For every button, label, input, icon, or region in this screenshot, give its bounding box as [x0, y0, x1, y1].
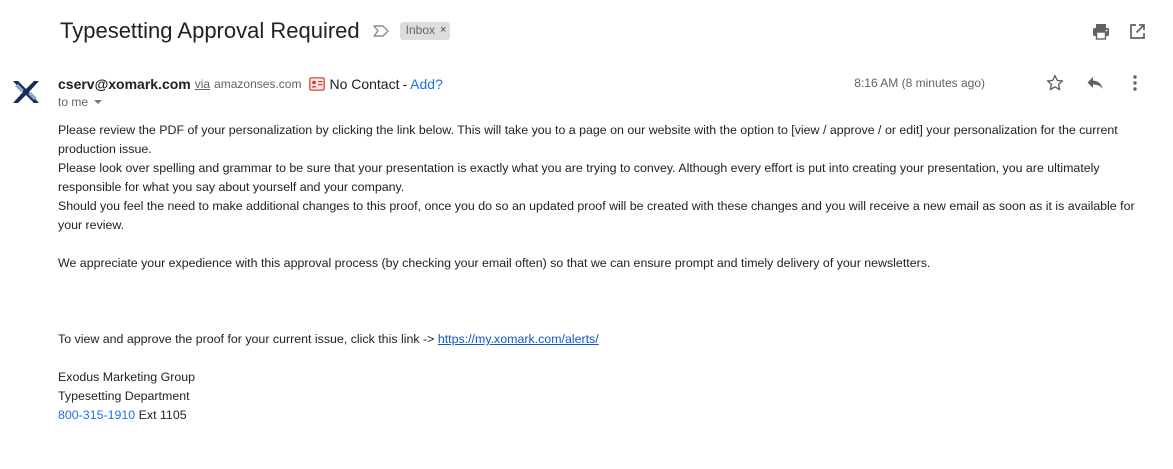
more-options-icon[interactable] — [1125, 73, 1145, 93]
printer-icon[interactable] — [1091, 21, 1111, 41]
open-in-new-window-icon[interactable] — [1127, 21, 1147, 41]
recipient-row: to me — [58, 95, 103, 109]
body-link-line: To view and approve the proof for your c… — [58, 330, 1138, 349]
body-paragraph-review: Please review the PDF of your personaliz… — [58, 123, 1118, 156]
via-domain: amazonses.com — [214, 77, 302, 91]
message-meta: 8:16 AM (8 minutes ago) — [854, 72, 1145, 94]
show-details-chevron-down-icon[interactable] — [94, 100, 103, 104]
body-paragraph-spelling: Please look over spelling and grammar to… — [58, 161, 1100, 194]
signature-phone-line: 800-315-1910 Ext 1105 — [58, 406, 1138, 425]
email-subject: Typesetting Approval Required — [60, 18, 360, 43]
inbox-label-chip: Inbox × — [399, 22, 451, 40]
top-actions — [1091, 21, 1147, 41]
via-label[interactable]: via — [195, 77, 210, 91]
timestamp: 8:16 AM (8 minutes ago) — [854, 76, 985, 90]
proof-alerts-link[interactable]: https://my.xomark.com/alerts/ — [438, 332, 599, 346]
label-name: Inbox — [405, 23, 435, 37]
add-contact-link[interactable]: Add? — [410, 76, 443, 92]
sender-email[interactable]: cserv@xomark.com — [58, 76, 191, 92]
contact-status: No Contact — [329, 76, 400, 92]
signature-department: Typesetting Department — [58, 389, 190, 403]
reply-icon[interactable] — [1085, 73, 1105, 93]
email-view: Typesetting Approval Required Inbox × cs… — [0, 0, 1173, 469]
email-body: Please review the PDF of your personaliz… — [58, 121, 1138, 425]
phone-extension: Ext 1105 — [135, 408, 187, 422]
importance-marker-icon[interactable] — [372, 22, 390, 40]
separator-dash: - — [402, 76, 408, 92]
signature-company: Exodus Marketing Group — [58, 370, 196, 384]
recipient-text: to me — [58, 95, 89, 109]
body-paragraph-changes: Should you feel the need to make additio… — [58, 199, 1135, 232]
remove-label-icon[interactable]: × — [440, 23, 446, 38]
phone-link[interactable]: 800-315-1910 — [58, 408, 135, 422]
subject-row: Typesetting Approval Required Inbox × — [60, 14, 451, 48]
star-icon[interactable] — [1045, 73, 1065, 93]
link-intro: To view and approve the proof for your c… — [58, 332, 438, 346]
body-paragraph-appreciation: We appreciate your expedience with this … — [58, 256, 931, 270]
contact-card-icon — [309, 77, 326, 91]
sender-row: cserv@xomark.com via amazonses.com No Co… — [58, 74, 443, 94]
sender-avatar[interactable] — [10, 76, 42, 108]
